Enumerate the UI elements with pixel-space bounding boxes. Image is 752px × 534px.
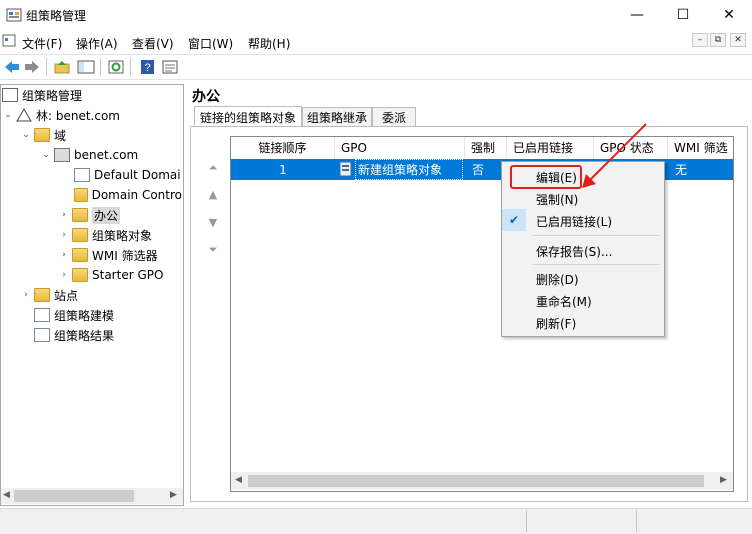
tree-node-root[interactable]: 组策略管理 bbox=[2, 85, 82, 105]
chevron-right-icon[interactable]: › bbox=[58, 270, 70, 280]
move-up-icon[interactable]: ▲ bbox=[204, 186, 222, 202]
tree-node-modeling[interactable]: 组策略建模 bbox=[32, 305, 114, 325]
toolbar-separator bbox=[46, 58, 47, 76]
forest-icon bbox=[16, 108, 32, 122]
forward-icon[interactable] bbox=[22, 57, 42, 77]
mdi-close-button[interactable]: ✕ bbox=[730, 33, 746, 47]
gpo-folder-icon bbox=[72, 228, 88, 242]
tree-node-domains[interactable]: ⌄ 域 bbox=[20, 125, 66, 145]
chevron-right-icon[interactable]: › bbox=[58, 250, 70, 260]
domain-icon bbox=[54, 148, 70, 162]
tree-node-results[interactable]: 组策略结果 bbox=[32, 325, 114, 345]
menu-item-enforced[interactable]: 强制(N) bbox=[536, 191, 578, 208]
menu-item-rename[interactable]: 重命名(M) bbox=[536, 293, 592, 310]
tab-linked-gpos[interactable]: 链接的组策略对象 bbox=[194, 106, 302, 127]
help-icon[interactable]: ? bbox=[138, 57, 158, 77]
chevron-down-icon[interactable]: ⌄ bbox=[40, 150, 52, 160]
chevron-right-icon[interactable]: › bbox=[20, 290, 32, 300]
gpmc-icon bbox=[2, 88, 18, 102]
annotation-arrow-icon bbox=[580, 120, 650, 190]
menu-item-save-report[interactable]: 保存报告(S)... bbox=[536, 243, 612, 260]
menu-item-refresh[interactable]: 刷新(F) bbox=[536, 315, 576, 332]
chevron-right-icon[interactable]: › bbox=[58, 230, 70, 240]
chevron-right-icon[interactable]: › bbox=[58, 210, 70, 220]
menu-separator bbox=[532, 264, 660, 265]
menu-separator bbox=[532, 235, 660, 236]
mdi-minimize-button[interactable]: – bbox=[692, 33, 708, 47]
ou-folder-icon bbox=[72, 208, 88, 222]
up-folder-icon[interactable] bbox=[52, 57, 72, 77]
gpo-icon bbox=[338, 161, 354, 177]
modeling-icon bbox=[34, 308, 50, 322]
starter-gpo-folder-icon bbox=[72, 268, 88, 282]
tree-node-forest[interactable]: ⌄ 林: benet.com bbox=[2, 105, 120, 125]
maximize-button[interactable]: ☐ bbox=[660, 0, 706, 30]
tab-delegation[interactable]: 委派 bbox=[372, 107, 416, 127]
menu-window[interactable]: 窗口(W) bbox=[188, 35, 233, 52]
tree-node-domain-controllers[interactable]: Domain Contro bbox=[72, 185, 182, 205]
tree-node-default-domain-policy[interactable]: Default Domai bbox=[72, 165, 182, 185]
svg-text:?: ? bbox=[144, 62, 150, 74]
tree-node-wmi-filters[interactable]: › WMI 筛选器 bbox=[58, 245, 158, 265]
menu-help[interactable]: 帮助(H) bbox=[248, 35, 290, 52]
status-divider bbox=[636, 510, 637, 532]
back-icon[interactable] bbox=[2, 57, 22, 77]
gpo-link-icon bbox=[74, 168, 90, 182]
mdi-restore-button[interactable]: ⧉ bbox=[710, 33, 726, 47]
tree-node-starter-gpo[interactable]: › Starter GPO bbox=[58, 265, 163, 285]
tree-node-gpo-objects[interactable]: › 组策略对象 bbox=[58, 225, 152, 245]
col-link-order[interactable]: 链接顺序 bbox=[231, 137, 335, 158]
menu-file[interactable]: 文件(F) bbox=[22, 35, 62, 52]
tree-node-domain[interactable]: ⌄ benet.com bbox=[40, 145, 138, 165]
properties-icon[interactable] bbox=[160, 57, 180, 77]
scroll-left-icon[interactable]: ◀ bbox=[235, 475, 242, 485]
cell-gpo-name: 新建组策略对象 bbox=[355, 159, 463, 180]
tab-gp-inheritance[interactable]: 组策略继承 bbox=[302, 107, 372, 127]
col-wmi-filter[interactable]: WMI 筛选 bbox=[668, 137, 733, 158]
minimize-button[interactable]: — bbox=[614, 0, 660, 30]
scroll-left-icon[interactable]: ◀ bbox=[3, 490, 10, 500]
menu-view[interactable]: 查看(V) bbox=[132, 35, 174, 52]
scroll-right-icon[interactable]: ▶ bbox=[720, 475, 727, 485]
sites-icon bbox=[34, 288, 50, 302]
close-button[interactable]: ✕ bbox=[706, 0, 752, 30]
pane-title: 办公 bbox=[192, 89, 220, 105]
cell-wmi-filter: 无 bbox=[675, 163, 688, 177]
col-enforced[interactable]: 强制 bbox=[465, 137, 507, 158]
status-divider bbox=[526, 510, 527, 532]
mdi-system-icon[interactable] bbox=[2, 34, 16, 48]
checkmark-icon: ✔ bbox=[502, 209, 526, 231]
domains-folder-icon bbox=[34, 128, 50, 142]
menu-action[interactable]: 操作(A) bbox=[76, 35, 118, 52]
refresh-icon[interactable] bbox=[106, 57, 126, 77]
menu-item-delete[interactable]: 删除(D) bbox=[536, 271, 579, 288]
window-title: 组策略管理 bbox=[26, 9, 87, 23]
wmi-folder-icon bbox=[72, 248, 88, 262]
gpmc-app-icon bbox=[6, 7, 22, 23]
scroll-right-icon[interactable]: ▶ bbox=[170, 490, 177, 500]
results-icon bbox=[34, 328, 50, 342]
edit-highlight-box bbox=[510, 165, 582, 189]
tree-scroll-thumb[interactable] bbox=[14, 490, 134, 502]
toolbar-separator bbox=[100, 58, 101, 76]
cell-link-order: 1 bbox=[279, 162, 287, 177]
ou-folder-icon bbox=[74, 188, 88, 202]
toolbar-separator bbox=[130, 58, 131, 76]
status-bar bbox=[0, 508, 752, 534]
move-top-icon[interactable]: ⏶ bbox=[204, 160, 222, 176]
tree-node-bangong[interactable]: › 办公 bbox=[58, 205, 182, 225]
move-down-icon[interactable]: ▼ bbox=[204, 214, 222, 230]
chevron-down-icon[interactable]: ⌄ bbox=[2, 110, 14, 120]
move-bottom-icon[interactable]: ⏷ bbox=[204, 242, 222, 258]
list-scroll-thumb[interactable] bbox=[248, 475, 704, 487]
show-hide-tree-icon[interactable] bbox=[76, 57, 96, 77]
col-gpo[interactable]: GPO bbox=[335, 137, 465, 158]
menu-item-link-enabled[interactable]: 已启用链接(L) bbox=[536, 213, 612, 230]
tree-node-sites[interactable]: › 站点 bbox=[20, 285, 78, 305]
chevron-down-icon[interactable]: ⌄ bbox=[20, 130, 32, 140]
cell-enforced: 否 bbox=[472, 163, 485, 177]
